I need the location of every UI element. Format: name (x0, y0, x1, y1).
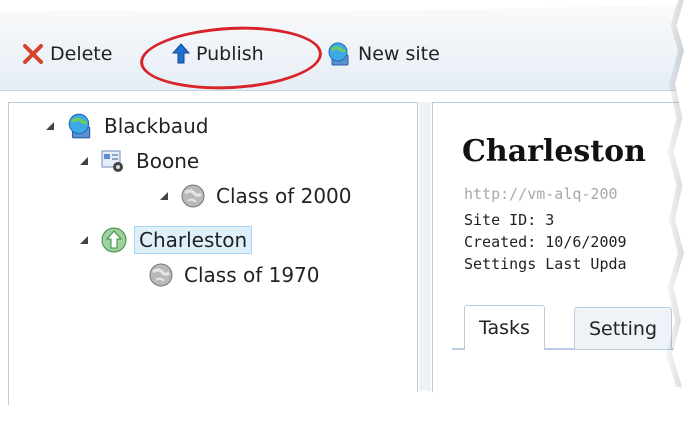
new-site-button[interactable]: New site (326, 40, 440, 68)
tree-node-label: Boone (136, 149, 200, 173)
delete-icon (23, 44, 43, 64)
delete-button[interactable]: Delete (22, 40, 112, 68)
site-title: Charleston (462, 134, 646, 169)
panel-splitter[interactable] (419, 102, 431, 422)
settings-updated-text: Settings Last Upda (464, 255, 627, 273)
collapse-triangle-icon[interactable] (44, 120, 56, 132)
globe-gray-icon (180, 183, 206, 209)
site-settings-icon (100, 148, 126, 174)
tree-node-class-of-2000[interactable]: Class of 2000 (158, 182, 356, 210)
collapse-triangle-icon[interactable] (78, 234, 90, 246)
tree-node-label: Class of 2000 (216, 184, 352, 208)
site-id-text: Site ID: 3 (464, 211, 555, 229)
toolbar: Delete Publish New site (0, 0, 696, 94)
collapse-triangle-icon[interactable] (158, 190, 170, 202)
site-url-link[interactable]: http://vm-alq-200 (464, 185, 618, 203)
new-site-button-label: New site (358, 43, 440, 65)
globe-computer-icon (328, 42, 349, 66)
tree-node-label: Blackbaud (104, 114, 209, 138)
delete-button-label: Delete (50, 43, 113, 65)
globe-gray-icon (148, 262, 174, 288)
tree-node-label: Class of 1970 (184, 263, 320, 287)
tab-tasks[interactable]: Tasks (464, 305, 545, 350)
tree-node-class-of-1970[interactable]: Class of 1970 (148, 261, 324, 289)
tree-node-label: Charleston (134, 226, 253, 254)
tree-node-charleston[interactable]: Charleston (78, 226, 253, 254)
publish-button-label: Publish (196, 43, 264, 65)
publish-button[interactable]: Publish (172, 40, 264, 68)
collapse-triangle-icon[interactable] (78, 155, 90, 167)
site-created-text: Created: 10/6/2009 (464, 233, 627, 251)
tree-node-boone[interactable]: Boone (78, 147, 203, 175)
publish-arrow-icon (172, 43, 190, 64)
globe-computer-icon (66, 112, 94, 140)
tab-settings[interactable]: Setting (574, 307, 673, 349)
globe-publish-icon (100, 226, 128, 254)
tree-node-blackbaud[interactable]: Blackbaud (44, 112, 212, 140)
